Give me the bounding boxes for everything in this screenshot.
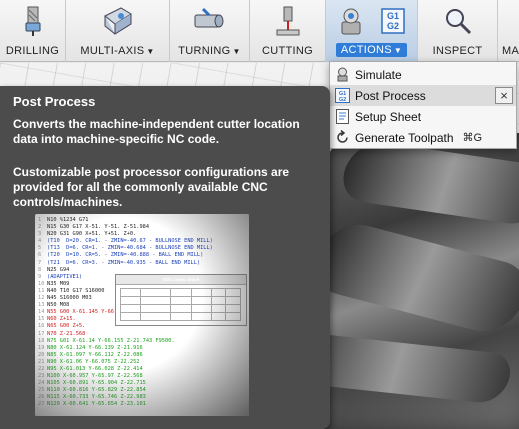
toolbar: DRILLING MULTI-AXIS ▼ TURNING ▼ CUTTING G1… [0, 0, 519, 62]
toolbar-group-actions[interactable]: G1 G2 ACTIONS ▼ [326, 0, 418, 62]
simulate-icon [334, 67, 350, 83]
multi-axis-icon [101, 6, 135, 41]
post-process-icon: G1 G2 [334, 88, 350, 104]
g-code-icon: G1 G2 [381, 8, 405, 39]
menu-item-post-process[interactable]: G1 G2 Post Process × [330, 85, 516, 106]
tooltip-description: Converts the machine-independent cutter … [13, 117, 300, 146]
menu-item-label: Setup Sheet [355, 109, 422, 124]
svg-text:G1: G1 [387, 11, 399, 21]
toolbar-label: ACTIONS ▼ [335, 43, 408, 57]
drill-icon [20, 6, 46, 41]
part-groove [334, 138, 519, 228]
cutting-icon [275, 6, 301, 41]
toolbar-label: MA [502, 45, 519, 57]
part-groove [304, 217, 519, 339]
toolbar-group-drilling[interactable]: DRILLING [0, 0, 66, 62]
menu-item-setup-sheet[interactable]: Setup Sheet [330, 106, 516, 127]
toolbar-label: TURNING ▼ [178, 45, 241, 57]
nc-code-preview: 1N10 %1234 G712N15 G30 G17 X-51. Y-51. Z… [35, 214, 249, 416]
menu-item-simulate[interactable]: Simulate [330, 64, 516, 85]
turning-icon [193, 6, 227, 41]
menu-item-label: Simulate [355, 67, 402, 82]
inspect-icon [443, 6, 473, 41]
toolbar-label: INSPECT [432, 45, 483, 57]
toolbar-group-multi-axis[interactable]: MULTI-AXIS ▼ [66, 0, 170, 62]
pin-toolbar-button[interactable]: × [495, 87, 513, 104]
toolbar-group-cutting[interactable]: CUTTING [250, 0, 326, 62]
post-process-tooltip: Post Process Converts the machine-indepe… [0, 86, 330, 429]
generate-toolpath-icon [334, 130, 350, 146]
svg-text:G2: G2 [338, 97, 345, 103]
menu-item-shortcut: ⌘G [462, 132, 482, 144]
setup-sheet-icon [334, 109, 350, 125]
svg-text:G2: G2 [387, 21, 399, 31]
toolbar-group-turning[interactable]: TURNING ▼ [170, 0, 250, 62]
tooltip-description: Customizable post processor configuratio… [13, 165, 290, 209]
toolbar-group-manage[interactable]: MA [498, 0, 519, 62]
menu-item-label: Generate Toolpath [355, 130, 454, 145]
actions-menu: Simulate G1 G2 Post Process × Setup Sheet… [329, 61, 517, 149]
menu-item-generate-toolpath[interactable]: Generate Toolpath ⌘G [330, 127, 516, 148]
tooltip-title: Post Process [13, 94, 96, 109]
toolbar-label: DRILLING [5, 45, 60, 57]
toolbar-label: MULTI-AXIS ▼ [80, 45, 155, 57]
toolbar-label: CUTTING [262, 45, 313, 57]
preview-vignette [35, 214, 249, 416]
actions-icon [336, 6, 366, 41]
toolbar-group-inspect[interactable]: INSPECT [418, 0, 498, 62]
menu-item-label: Post Process [355, 88, 426, 103]
